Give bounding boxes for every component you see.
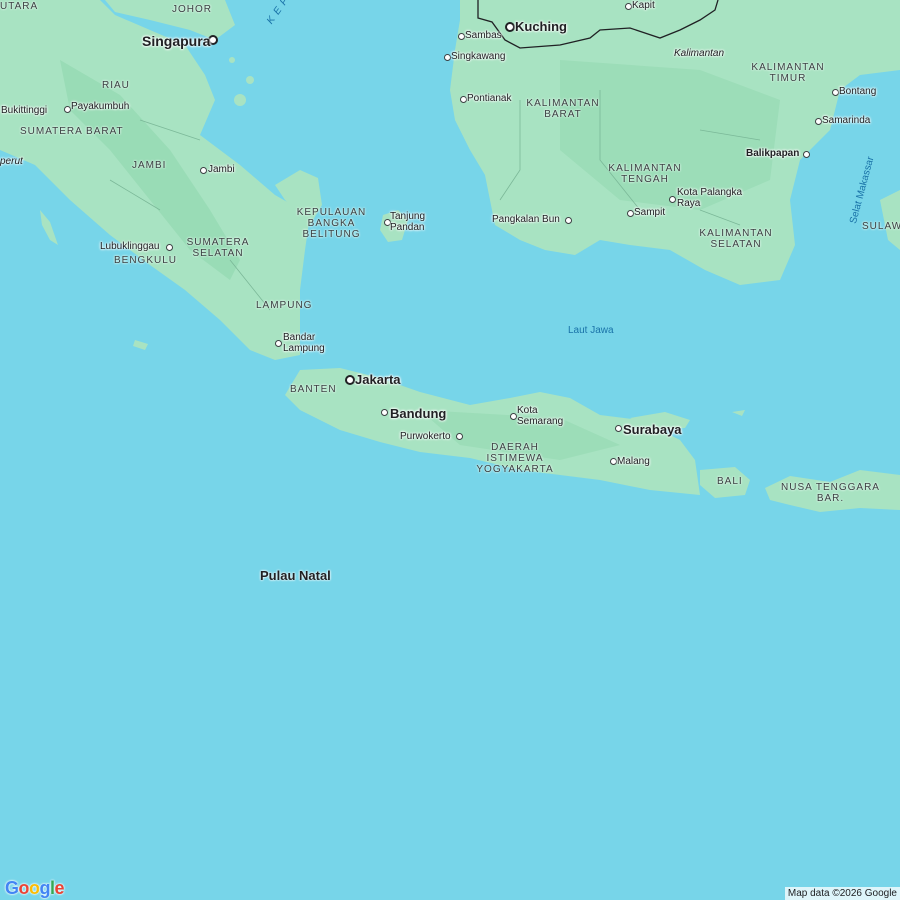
city-label-purwokerto[interactable]: Purwokerto [400,431,451,442]
region-label-jambi: JAMBI [132,160,167,171]
region-label-kaltim: KALIMANTAN TIMUR [751,62,825,84]
city-label-singkawang[interactable]: Singkawang [451,51,505,62]
region-label: UTARA [0,1,39,12]
region-label-diy: DAERAH ISTIMEWA YOGYAKARTA [476,442,554,475]
city-marker[interactable] [815,118,822,125]
city-marker[interactable] [166,244,173,251]
city-label-semarang[interactable]: Kota Semarang [517,405,572,427]
region-label-riau: RIAU [102,80,130,91]
city-label-bukittinggi[interactable]: Bukittinggi [1,105,47,116]
google-logo[interactable]: Google [5,878,65,899]
region-label-kalbar: KALIMANTAN BARAT [526,98,600,120]
city-marker[interactable] [444,54,451,61]
google-logo-letter: e [54,878,65,898]
city-marker[interactable] [345,375,355,385]
region-label-ntb: NUSA TENGGARA BAR. [781,482,880,504]
city-marker[interactable] [610,458,617,465]
google-logo-letter: G [5,878,19,898]
city-label-balikpapan[interactable]: Balikpapan [746,148,799,159]
sulawesi-edge [880,190,900,250]
city-label-pontianak[interactable]: Pontianak [467,93,511,104]
map-canvas[interactable]: UTARA JOHOR Singapura K E P U RIAU Bukit… [0,0,900,900]
city-marker[interactable] [510,413,517,420]
map-attribution[interactable]: Map data ©2026 Google [784,887,900,900]
city-marker[interactable] [381,409,388,416]
region-label-sumbar: SUMATERA BARAT [20,126,124,137]
city-marker[interactable] [456,433,463,440]
city-label-surabaya[interactable]: Surabaya [623,422,682,437]
region-label-babel: KEPULAUAN BANGKA BELITUNG [296,207,367,240]
region-label-banten: BANTEN [290,384,337,395]
city-marker[interactable] [458,33,465,40]
city-label-bandung[interactable]: Bandung [390,406,446,421]
city-label-malang[interactable]: Malang [617,456,650,467]
city-marker[interactable] [627,210,634,217]
city-marker[interactable] [625,3,632,10]
region-label-kalsel: KALIMANTAN SELATAN [699,228,773,250]
google-logo-letter: g [39,878,51,898]
city-label-partial[interactable]: perut [0,156,23,167]
city-label-pangkalan-bun[interactable]: Pangkalan Bun [492,214,560,225]
city-label-samarinda[interactable]: Samarinda [822,115,870,126]
city-marker[interactable] [505,22,515,32]
city-label-tanjung-pandan[interactable]: Tanjung Pandan [390,211,430,233]
city-marker[interactable] [832,89,839,96]
city-label-singapura[interactable]: Singapura [142,33,210,49]
city-label-payakumbuh[interactable]: Payakumbuh [71,101,129,112]
region-label-sulawesi: SULAW [862,221,900,232]
city-label-bontang[interactable]: Bontang [839,86,876,97]
map-base-layer [0,0,900,512]
city-marker[interactable] [615,425,622,432]
google-logo-letter: o [29,878,40,898]
island-label-pulau-natal[interactable]: Pulau Natal [260,568,331,583]
region-label-kalteng: KALIMANTAN TENGAH [608,163,682,185]
city-marker[interactable] [275,340,282,347]
water-label-laut-jawa: Laut Jawa [568,325,614,336]
region-label-bali: BALI [717,476,743,487]
region-label-sumsel: SUMATERA SELATAN [186,237,250,259]
city-label-jakarta[interactable]: Jakarta [355,372,401,387]
city-label-sampit[interactable]: Sampit [634,207,665,218]
city-marker[interactable] [565,217,572,224]
city-marker[interactable] [669,196,676,203]
city-label-kapit[interactable]: Kapit [632,0,655,11]
region-label-lampung: LAMPUNG [256,300,313,311]
region-label-bengkulu: BENGKULU [114,255,178,266]
city-marker[interactable] [200,167,207,174]
city-label-bandar-lampung[interactable]: Bandar Lampung [283,332,331,354]
city-marker[interactable] [460,96,467,103]
city-label-kuching[interactable]: Kuching [515,19,567,34]
region-label-kalimantan: Kalimantan [674,48,725,59]
city-label-sambas[interactable]: Sambas [465,30,502,41]
city-label-palangka-raya[interactable]: Kota Palangka Raya [677,187,752,209]
city-marker[interactable] [64,106,71,113]
google-logo-letter: o [18,878,30,898]
city-label-jambi[interactable]: Jambi [208,164,235,175]
region-label-johor: JOHOR [172,4,212,15]
city-marker[interactable] [803,151,810,158]
city-label-lubuklinggau[interactable]: Lubuklinggau [100,241,160,252]
